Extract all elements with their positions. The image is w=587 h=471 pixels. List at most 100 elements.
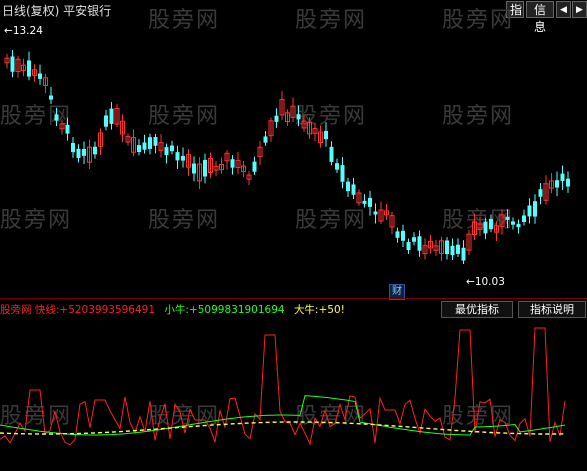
candle [120, 114, 125, 143]
best-indicator-button[interactable]: 最优指标 [441, 301, 513, 318]
candle [268, 117, 274, 142]
candle [208, 152, 213, 179]
candle [538, 183, 543, 205]
candle [340, 157, 345, 189]
candlestick-chart[interactable] [0, 0, 587, 300]
candle [4, 53, 10, 69]
arrow-icon: ← [466, 276, 475, 288]
candle [401, 224, 405, 247]
candle [203, 153, 207, 184]
candle [285, 109, 290, 126]
candle [389, 211, 395, 235]
candle [335, 158, 339, 173]
pane-divider [0, 298, 587, 299]
low-price-marker: ←10.03 [466, 276, 505, 288]
candle [10, 49, 15, 78]
candle [384, 204, 389, 221]
arrow-icon: ← [4, 25, 13, 37]
indicator-help-button[interactable]: 指标说明 [518, 301, 586, 318]
candle [324, 122, 328, 147]
candle [566, 171, 570, 193]
candle [164, 143, 169, 164]
candle [65, 117, 70, 141]
candle [170, 140, 174, 155]
candle [555, 171, 559, 197]
candle [192, 156, 196, 182]
candle [456, 238, 460, 257]
candle [213, 161, 219, 176]
candle [312, 123, 318, 142]
candle [125, 133, 131, 146]
candle [59, 119, 65, 135]
candle [516, 219, 521, 234]
stock-chart-window: 日线(复权) 平安银行 指 信息 ◀ ▶ 股旁网 股旁网 股旁网 股旁网 股旁网… [0, 0, 587, 471]
indicator-legend: 股旁网 快线:+5203993596491 小牛:+5099831901694 … [0, 302, 345, 317]
candle [511, 217, 515, 230]
candle [137, 139, 141, 156]
candle [356, 189, 362, 206]
candle [489, 214, 493, 233]
candle [21, 58, 26, 77]
candle [76, 144, 81, 163]
candle [522, 209, 526, 226]
candle [252, 156, 257, 175]
candle [301, 114, 307, 132]
candle [219, 157, 224, 174]
candle [318, 125, 323, 148]
watermark: 股旁网 [442, 404, 515, 429]
candle [499, 209, 505, 235]
fast-line-label: 快线: [34, 304, 60, 316]
candle [32, 64, 37, 82]
candle [263, 131, 268, 146]
candle [27, 51, 31, 81]
watermark: 股旁网 [0, 404, 73, 429]
candle [450, 238, 455, 261]
candle [15, 55, 21, 78]
candle [142, 134, 147, 154]
candle [445, 237, 449, 260]
candle [439, 236, 444, 261]
candle [483, 218, 488, 240]
candle [49, 86, 53, 105]
candle [131, 129, 136, 157]
candle [153, 133, 158, 154]
high-price-marker: ←13.24 [4, 25, 43, 37]
candle [296, 105, 301, 127]
candle [148, 133, 152, 155]
candle [395, 227, 400, 243]
small-bull-label: 小牛: [164, 304, 189, 316]
big-bull-value: +50! [318, 304, 345, 316]
candle [549, 173, 554, 194]
candle [71, 137, 75, 158]
candle [290, 97, 296, 123]
candle [82, 141, 86, 164]
candle [477, 216, 483, 236]
candle [373, 203, 378, 224]
candle [543, 175, 549, 205]
candle [346, 177, 350, 198]
candle [175, 145, 180, 169]
fast-line-value: +5203993596491 [59, 304, 156, 316]
candle [494, 221, 499, 241]
candle [181, 147, 185, 168]
candle [104, 109, 108, 131]
candle [472, 213, 477, 241]
candle [417, 230, 422, 257]
candle [406, 238, 411, 254]
candle [257, 140, 263, 166]
candle [412, 232, 416, 246]
candle [98, 128, 103, 156]
candle [428, 234, 433, 254]
indicator-name: 股旁网 [0, 304, 32, 316]
candle [224, 150, 230, 170]
candle [307, 117, 312, 139]
candle [505, 209, 510, 229]
candle [461, 240, 466, 265]
candle [466, 229, 472, 255]
high-price-label: 13.24 [12, 25, 43, 37]
candle [54, 107, 59, 127]
candle [433, 239, 439, 256]
low-price-label: 10.03 [474, 276, 505, 288]
candle [114, 103, 120, 128]
candle [197, 157, 202, 189]
